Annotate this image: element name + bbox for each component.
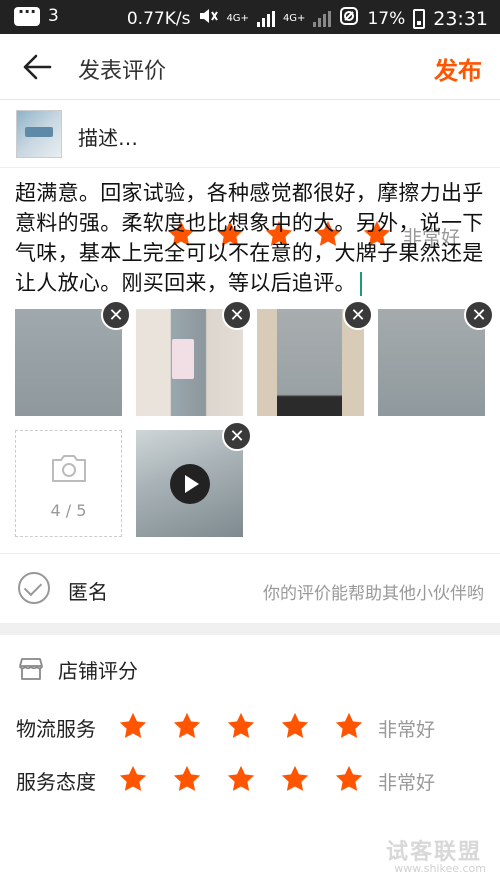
review-video[interactable]: ✕ xyxy=(136,421,252,537)
star-icon[interactable] xyxy=(334,764,364,794)
remove-photo-icon[interactable]: ✕ xyxy=(101,300,131,330)
play-icon[interactable] xyxy=(170,464,210,504)
remove-photo-icon[interactable]: ✕ xyxy=(464,300,494,330)
review-photo-4[interactable]: ✕ xyxy=(378,300,494,416)
star-icon[interactable] xyxy=(226,711,256,741)
star-icon[interactable] xyxy=(226,764,256,794)
remove-photo-icon[interactable]: ✕ xyxy=(222,300,252,330)
signal-icon-2 xyxy=(313,10,332,27)
remove-photo-icon[interactable]: ✕ xyxy=(343,300,373,330)
mute-icon xyxy=(198,7,219,30)
anonymous-row[interactable]: 匿名 你的评价能帮助其他小伙伴哟 xyxy=(0,553,500,623)
review-photo-1[interactable]: ✕ xyxy=(15,300,131,416)
service-star-rating[interactable] xyxy=(118,764,364,794)
anonymous-label: 匿名 xyxy=(68,580,108,604)
review-photo-3[interactable]: ✕ xyxy=(257,300,373,416)
section-divider xyxy=(0,623,500,635)
logistics-star-rating[interactable] xyxy=(118,711,364,741)
star-icon[interactable] xyxy=(280,764,310,794)
star-icon[interactable] xyxy=(172,711,202,741)
chat-notification-icon xyxy=(14,2,40,26)
service-rating-text: 非常好 xyxy=(378,772,436,794)
anonymous-hint: 你的评价能帮助其他小伙伴哟 xyxy=(263,584,484,604)
network-type-2: 4G+ xyxy=(282,12,306,24)
star-icon[interactable] xyxy=(172,764,202,794)
product-tag xyxy=(172,339,194,379)
store-icon xyxy=(18,657,44,681)
store-rating-header: 店铺评分 xyxy=(0,635,500,701)
photo-count: 4 / 5 xyxy=(50,501,87,520)
review-photo-2[interactable]: ✕ xyxy=(136,300,252,416)
anonymous-check-icon[interactable] xyxy=(18,572,50,604)
logistics-rating-text: 非常好 xyxy=(378,719,436,741)
notification-count: 3 xyxy=(48,6,59,26)
page-title: 发表评价 xyxy=(78,59,167,84)
star-icon[interactable] xyxy=(334,711,364,741)
watermark-url: www.shikee.com xyxy=(394,862,486,875)
service-attitude-label: 服务态度 xyxy=(16,770,96,794)
remove-video-icon[interactable]: ✕ xyxy=(222,421,252,451)
logistics-label: 物流服务 xyxy=(16,717,96,741)
publish-button[interactable]: 发布 xyxy=(434,51,482,86)
star-icon[interactable] xyxy=(118,764,148,794)
product-rating-row: 描述… 非常好 xyxy=(0,100,500,249)
back-arrow-icon[interactable] xyxy=(22,54,52,80)
signal-icon-1 xyxy=(256,10,275,27)
battery-percent: 17% xyxy=(367,8,406,29)
alarm-icon xyxy=(339,6,359,31)
review-textarea[interactable]: 超满意。回家试验，各种感觉都很好，摩擦力出乎意料的强。柔软度也比想象中的大。另外… xyxy=(15,178,487,298)
clock: 23:31 xyxy=(433,7,488,30)
add-photo-button[interactable]: 4 / 5 xyxy=(15,430,122,537)
text-cursor xyxy=(359,272,362,296)
star-icon[interactable] xyxy=(280,711,310,741)
review-text: 超满意。回家试验，各种感觉都很好，摩擦力出乎意料的强。柔软度也比想象中的大。另外… xyxy=(15,181,484,295)
store-rating-title: 店铺评分 xyxy=(58,659,138,683)
status-bar: 3 0.77K/s 4G+ 4G+ 17% 23:31 xyxy=(0,0,500,34)
top-bar: 发表评价 发布 xyxy=(0,34,500,100)
battery-icon xyxy=(413,8,426,29)
product-description-label: 描述… xyxy=(78,126,138,150)
camera-icon xyxy=(50,453,88,483)
product-thumbnail xyxy=(16,110,62,158)
star-icon[interactable] xyxy=(118,711,148,741)
net-speed: 0.77K/s xyxy=(126,8,191,29)
network-type-1: 4G+ xyxy=(226,12,249,24)
